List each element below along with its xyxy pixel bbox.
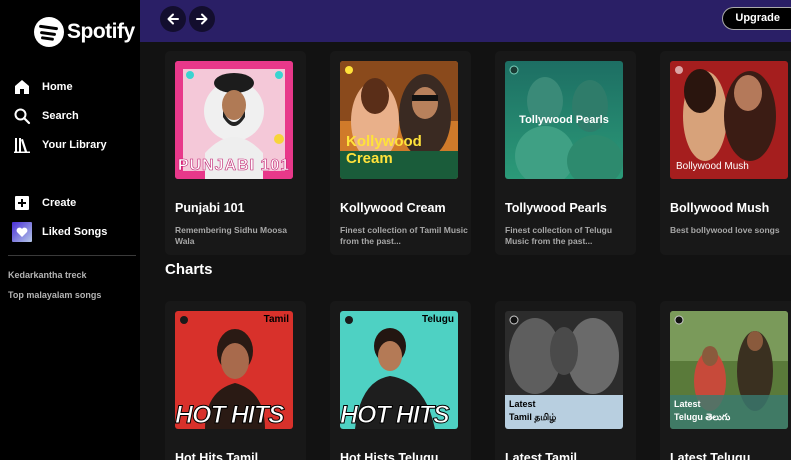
sidebar-divider xyxy=(8,255,136,256)
cover-text: HOT HITS xyxy=(340,401,450,430)
playlist-cover: Latest Telugu తెలుగు xyxy=(670,311,788,429)
cover-text-line2: Tamil தமிழ் xyxy=(509,412,557,422)
cover-text: Kollywood Cream xyxy=(346,133,422,167)
upgrade-button[interactable]: Upgrade xyxy=(722,7,791,30)
liked-songs-link[interactable]: Liked Songs xyxy=(12,221,107,243)
top-bar: Upgrade xyxy=(140,0,791,42)
playlist-cover: Bollywood Mush xyxy=(670,61,788,179)
nav-search-label: Search xyxy=(42,110,79,122)
back-button[interactable] xyxy=(160,6,186,32)
library-icon xyxy=(12,135,32,155)
playlist-cover: Tollywood Pearls xyxy=(505,61,623,179)
sidebar-playlist-item[interactable]: Top malayalam songs xyxy=(8,290,101,300)
playlist-cover: Tamil HOT HITS xyxy=(175,311,293,429)
create-playlist-button[interactable]: Create xyxy=(12,192,76,214)
cover-text: HOT HITS xyxy=(175,401,285,430)
cover-text-line1: Latest xyxy=(674,399,701,409)
card-title: Kollywood Cream xyxy=(340,201,446,215)
playlist-card[interactable]: Kollywood Cream Kollywood Cream Finest c… xyxy=(330,51,471,255)
nav-home-label: Home xyxy=(42,81,73,93)
card-description: Remembering Sidhu Moosa Wala xyxy=(175,225,287,246)
arrow-left-icon xyxy=(167,13,179,25)
playlist-card[interactable]: PUNJABI 101 Punjabi 101 Remembering Sidh… xyxy=(165,51,306,255)
card-title: Punjabi 101 xyxy=(175,201,245,215)
chart-card[interactable]: Telugu HOT HITS Hot Hists Telugu xyxy=(330,301,471,460)
nav-your-library[interactable]: Your Library xyxy=(12,134,107,156)
sidebar: Spotify Home Search Your Library Create … xyxy=(0,0,140,460)
section-title-charts[interactable]: Charts xyxy=(165,261,213,278)
playlist-cover: Kollywood Cream xyxy=(340,61,458,179)
card-description: Finest collection of Tamil Music from th… xyxy=(340,225,468,246)
card-description: Best bollywood love songs xyxy=(670,225,780,235)
forward-button[interactable] xyxy=(189,6,215,32)
home-icon xyxy=(12,77,32,97)
sidebar-playlist-item[interactable]: Kedarkantha treck xyxy=(8,270,87,280)
cover-text-line1: Latest xyxy=(509,399,536,409)
nav-your-library-label: Your Library xyxy=(42,139,107,151)
arrow-right-icon xyxy=(196,13,208,25)
playlist-card[interactable]: Bollywood Mush Bollywood Mush Best bolly… xyxy=(660,51,791,255)
chart-card[interactable]: Tamil HOT HITS Hot Hits Tamil xyxy=(165,301,306,460)
card-title: Hot Hists Telugu xyxy=(340,451,439,460)
card-title: Tollywood Pearls xyxy=(505,201,607,215)
cover-text: Bollywood Mush xyxy=(676,161,749,172)
search-icon xyxy=(12,106,32,126)
cover-text-line2: Telugu తెలుగు xyxy=(674,412,731,422)
playlist-cover: Latest Tamil தமிழ் xyxy=(505,311,623,429)
card-description: Finest collection of Telugu Music from t… xyxy=(505,225,613,246)
card-title: Latest Telugu xyxy=(670,451,751,460)
cover-tag: Tamil xyxy=(263,314,289,325)
spotify-logo[interactable]: Spotify xyxy=(34,17,135,47)
heart-icon xyxy=(12,222,32,242)
cover-tag: Telugu xyxy=(421,314,454,325)
playlist-cover: Telugu HOT HITS xyxy=(340,311,458,429)
plus-square-icon xyxy=(12,193,32,213)
create-label: Create xyxy=(42,197,77,209)
nav-home[interactable]: Home xyxy=(12,76,73,98)
card-title: Hot Hits Tamil xyxy=(175,451,259,460)
playlist-card[interactable]: Tollywood Pearls Tollywood Pearls Finest… xyxy=(495,51,636,255)
chart-card[interactable]: Latest Telugu తెలుగు Latest Telugu xyxy=(660,301,791,460)
spotify-logo-text: Spotify xyxy=(67,20,135,43)
card-title: Latest Tamil xyxy=(505,451,578,460)
chart-card[interactable]: Latest Tamil தமிழ் Latest Tamil xyxy=(495,301,636,460)
cover-text: Tollywood Pearls xyxy=(519,114,609,126)
nav-search[interactable]: Search xyxy=(12,105,79,127)
card-title: Bollywood Mush xyxy=(670,201,770,215)
spotify-logo-icon xyxy=(34,17,64,47)
playlist-cover: PUNJABI 101 xyxy=(175,61,293,179)
cover-text: PUNJABI 101 xyxy=(177,157,291,175)
liked-songs-label: Liked Songs xyxy=(42,226,108,238)
